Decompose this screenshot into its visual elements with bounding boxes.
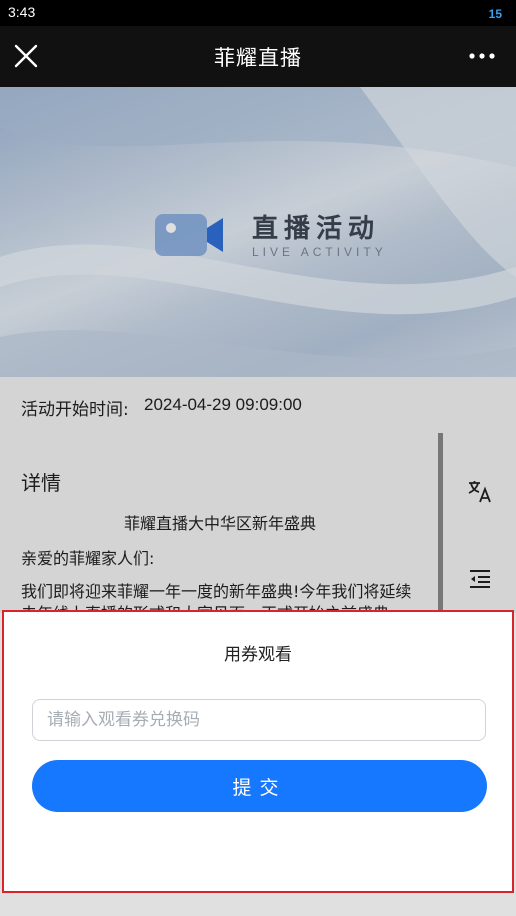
outline-icon[interactable] [469, 569, 491, 589]
battery-level: 15 [488, 7, 502, 21]
banner-subtitle: LIVE ACTIVITY [252, 245, 387, 259]
more-icon[interactable] [468, 48, 496, 64]
start-time-label: 活动开始时间: [21, 400, 129, 420]
video-camera-icon [155, 212, 225, 262]
details-section: 详情 菲耀直播大中华区新年盛典 亲爱的菲耀家人们: 我们即将迎来菲耀一年一度的新… [0, 433, 440, 613]
translate-icon[interactable] [467, 478, 493, 504]
details-heading: 详情 [21, 471, 61, 495]
status-bar: 3:43 15 [0, 0, 516, 26]
coupon-sheet-title: 用券观看 [224, 645, 292, 665]
details-body: 我们即将迎来菲耀一年一度的新年盛典!今年我们将延续去年线上直播的形式和大家见面，… [21, 582, 412, 613]
details-event-title: 菲耀直播大中华区新年盛典 [123, 514, 316, 533]
banner-title: 直播活动 [252, 214, 381, 244]
page-title: 菲耀直播 [214, 46, 302, 70]
status-time: 3:43 [8, 4, 36, 20]
event-start-time-row: 活动开始时间: 2024-04-29 09:09:00 [0, 377, 516, 433]
submit-button[interactable]: 提交 [32, 760, 487, 812]
nav-bar: 菲耀直播 [0, 26, 516, 87]
details-greeting: 亲爱的菲耀家人们: [21, 549, 155, 568]
live-activity-banner: 直播活动 LIVE ACTIVITY [0, 87, 516, 377]
coupon-sheet: 用券观看 提交 [2, 610, 514, 893]
coupon-code-input[interactable] [32, 699, 486, 741]
start-time-value: 2024-04-29 09:09:00 [144, 395, 302, 414]
side-tools [443, 433, 516, 613]
